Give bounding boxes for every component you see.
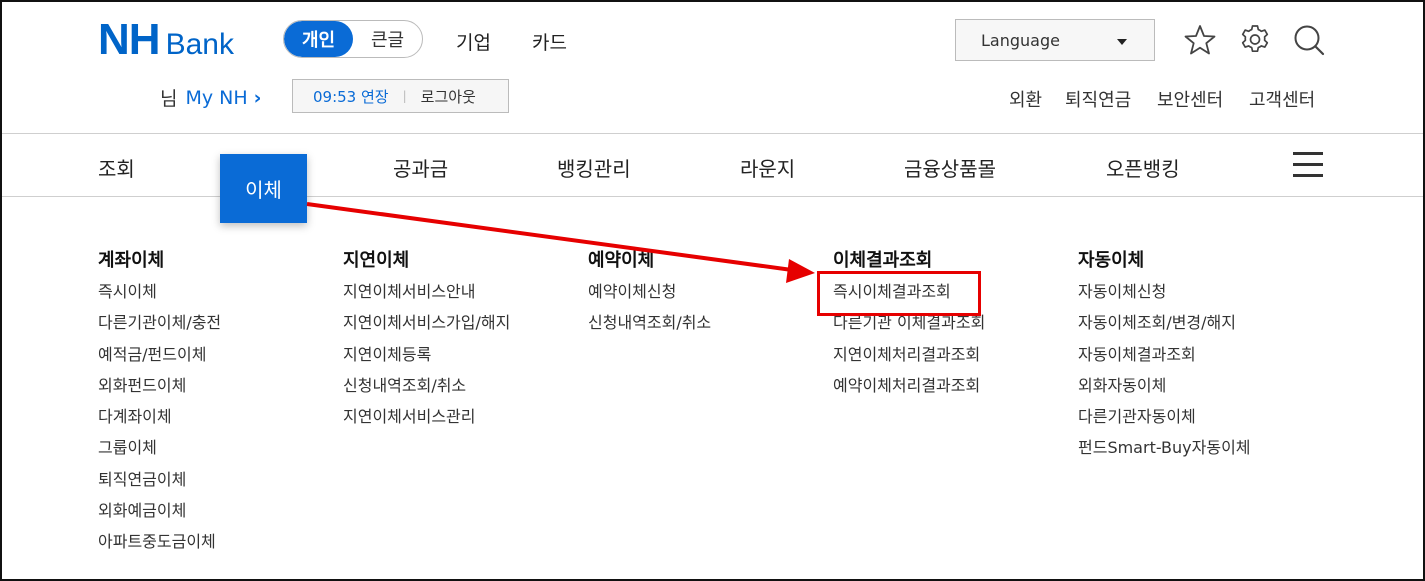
submenu-auto-transfer: 자동이체 자동이체신청 자동이체조회/변경/해지 자동이체결과조회 외화자동이체… — [1078, 246, 1251, 470]
nav-banking-management[interactable]: 뱅킹관리 — [557, 153, 631, 182]
submenu-item[interactable]: 신청내역조회/취소 — [343, 376, 510, 407]
submenu-title: 예약이체 — [588, 250, 655, 271]
logo-nh-text: NH — [98, 15, 161, 64]
annotation-highlight-box — [817, 271, 981, 316]
submenu-scheduled-transfer: 예약이체 예약이체신청 신청내역조회/취소 — [588, 246, 711, 345]
submenu-item[interactable]: 다계좌이체 — [98, 407, 221, 438]
submenu-item[interactable]: 예약이체신청 — [588, 282, 711, 313]
nav-divider — [2, 196, 1423, 197]
star-icon[interactable] — [1183, 23, 1217, 57]
submenu-item[interactable]: 아파트중도금이체 — [98, 532, 221, 563]
caret-down-icon — [1117, 39, 1127, 45]
mode-toggle: 개인 큰글 — [283, 20, 423, 58]
submenu-item[interactable]: 예약이체처리결과조회 — [833, 376, 985, 407]
submenu-item[interactable]: 외화자동이체 — [1078, 376, 1251, 407]
session-extend-button[interactable]: 09:53 연장 — [313, 86, 389, 107]
nav-utility-bills[interactable]: 공과금 — [393, 153, 448, 182]
my-nh-link[interactable]: My NH — [185, 87, 247, 109]
submenu-item[interactable]: 그룹이체 — [98, 438, 221, 469]
hamburger-menu-icon[interactable] — [1293, 152, 1323, 178]
util-link-customer-center[interactable]: 고객센터 — [1249, 86, 1315, 112]
user-greeting: 님 My NH › — [160, 84, 262, 111]
submenu-item[interactable]: 지연이체서비스가입/해지 — [343, 313, 510, 344]
logo-bank-text: Bank — [165, 28, 234, 61]
submenu-item[interactable]: 자동이체조회/변경/해지 — [1078, 313, 1251, 344]
submenu-item[interactable]: 신청내역조회/취소 — [588, 313, 711, 344]
session-separator: | — [402, 89, 407, 103]
submenu-item[interactable]: 펀드Smart-Buy자동이체 — [1078, 438, 1251, 469]
submenu-account-transfer: 계좌이체 즉시이체 다른기관이체/충전 예적금/펀드이체 외화펀드이체 다계좌이… — [98, 246, 221, 564]
submenu-item[interactable]: 자동이체신청 — [1078, 282, 1251, 313]
chevron-right-icon[interactable]: › — [254, 87, 262, 109]
submenu-item[interactable]: 예적금/펀드이체 — [98, 345, 221, 376]
session-box: 09:53 연장 | 로그아웃 — [292, 79, 509, 113]
header-divider — [2, 133, 1423, 134]
nav-inquiry[interactable]: 조회 — [98, 153, 135, 182]
nav-lounge[interactable]: 라운지 — [740, 153, 795, 182]
util-link-forex[interactable]: 외환 — [1009, 86, 1042, 112]
submenu-delayed-transfer: 지연이체 지연이체서비스안내 지연이체서비스가입/해지 지연이체등록 신청내역조… — [343, 246, 510, 438]
submenu-item[interactable]: 지연이체서비스관리 — [343, 407, 510, 438]
corporate-link[interactable]: 기업 — [456, 28, 491, 55]
submenu-item[interactable]: 지연이체서비스안내 — [343, 282, 510, 313]
util-link-pension[interactable]: 퇴직연금 — [1065, 86, 1131, 112]
submenu-item[interactable]: 퇴직연금이체 — [98, 470, 221, 501]
submenu-title: 계좌이체 — [98, 250, 165, 271]
submenu-title: 자동이체 — [1078, 250, 1145, 271]
submenu-item[interactable]: 즉시이체 — [98, 282, 221, 313]
mode-large-text-button[interactable]: 큰글 — [353, 21, 422, 57]
nav-financial-products[interactable]: 금융상품몰 — [904, 153, 996, 182]
nh-bank-logo[interactable]: NH Bank — [98, 15, 234, 65]
language-label: Language — [981, 30, 1060, 50]
language-select[interactable]: Language — [955, 19, 1155, 61]
gear-icon[interactable] — [1238, 23, 1272, 57]
util-link-security-center[interactable]: 보안센터 — [1157, 86, 1223, 112]
submenu-item[interactable]: 다른기관이체/충전 — [98, 313, 221, 344]
submenu-title: 지연이체 — [343, 250, 410, 271]
submenu-item[interactable]: 다른기관자동이체 — [1078, 407, 1251, 438]
card-link[interactable]: 카드 — [532, 28, 567, 55]
submenu-item[interactable]: 외화예금이체 — [98, 501, 221, 532]
submenu-item[interactable]: 지연이체등록 — [343, 345, 510, 376]
search-icon[interactable] — [1292, 23, 1326, 57]
submenu-item[interactable]: 외화펀드이체 — [98, 376, 221, 407]
mode-personal-button[interactable]: 개인 — [284, 21, 353, 57]
submenu-item[interactable]: 다른기관 이체결과조회 — [833, 313, 985, 344]
nav-transfer[interactable]: 이체 — [220, 154, 307, 223]
nav-open-banking[interactable]: 오픈뱅킹 — [1106, 153, 1180, 182]
logout-button[interactable]: 로그아웃 — [421, 86, 476, 107]
submenu-title: 이체결과조회 — [833, 250, 933, 271]
user-suffix: 님 — [160, 88, 178, 110]
submenu-item[interactable]: 지연이체처리결과조회 — [833, 345, 985, 376]
submenu-item[interactable]: 자동이체결과조회 — [1078, 345, 1251, 376]
